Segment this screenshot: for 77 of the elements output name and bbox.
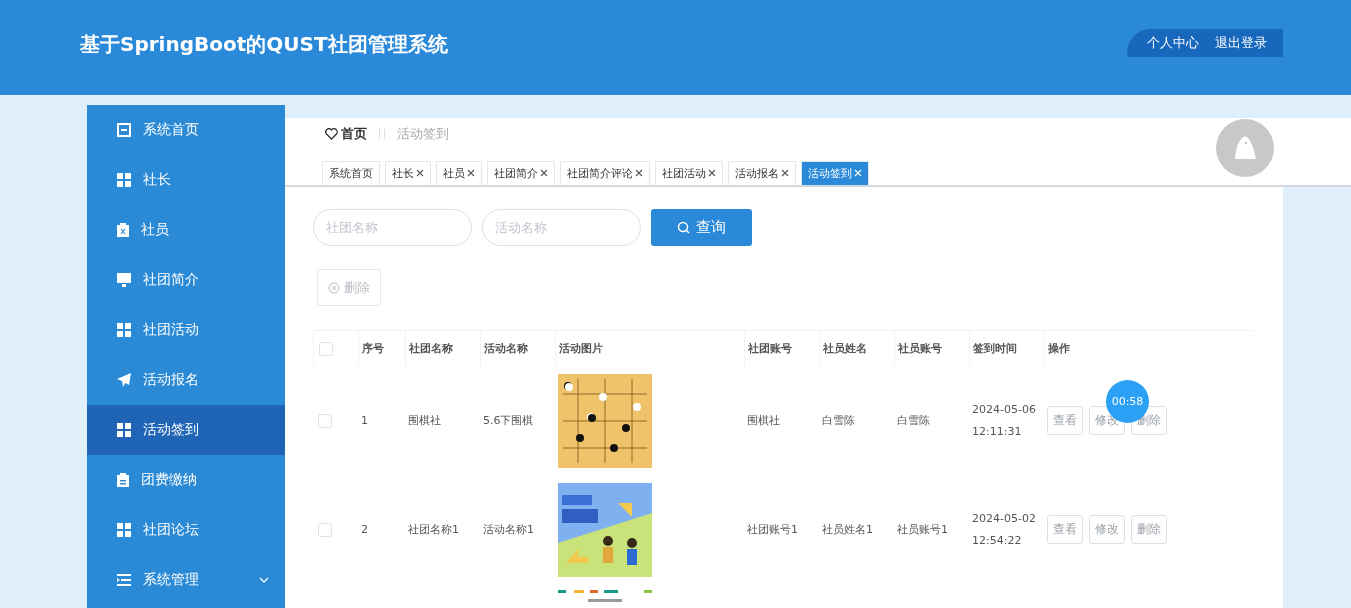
row-action-button[interactable]: 删除 [1131, 515, 1167, 544]
close-icon[interactable] [540, 169, 548, 177]
close-circle-icon [328, 281, 340, 294]
header-link[interactable]: 个人中心 [1141, 34, 1205, 52]
sidebar-item[interactable]: 社团活动 [87, 305, 285, 355]
column-header: 序号 [358, 331, 405, 366]
search-icon [677, 221, 690, 234]
query-button[interactable]: 查询 [651, 209, 752, 246]
grid-icon [117, 173, 131, 187]
page-tab[interactable]: 系统首页 [322, 161, 380, 185]
header-link[interactable]: 退出登录 [1209, 34, 1273, 52]
checkbox[interactable] [318, 522, 332, 537]
sidebar-item[interactable]: 社长 [87, 155, 285, 205]
search-field[interactable]: 活动名称 [482, 209, 641, 246]
grid-icon [117, 423, 131, 437]
sidebar-item[interactable]: 活动报名 [87, 355, 285, 405]
sidebar-item[interactable]: 社团论坛 [87, 505, 285, 555]
table-cell: 围棋社 [747, 413, 780, 428]
sidebar-item[interactable]: 系统管理 [87, 555, 285, 605]
close-icon[interactable] [781, 169, 789, 177]
column-header: 活动图片 [555, 331, 744, 366]
time-text: 12:54:22 [972, 532, 1023, 549]
table-cell: 5.6下围棋 [483, 413, 534, 428]
sidebar-item[interactable]: 社团简介 [87, 255, 285, 305]
table-cell: 社团名称1 [408, 522, 459, 537]
heart-icon [325, 128, 338, 140]
page-tab[interactable]: 社长 [385, 161, 431, 185]
sidebar-item[interactable]: 社员 [87, 205, 285, 255]
table-cell: 社员姓名1 [822, 522, 873, 537]
table-cell: 白雪陈 [822, 413, 855, 428]
sidebar-item[interactable]: 系统首页 [87, 105, 285, 155]
grid-icon [117, 523, 131, 537]
list-icon [117, 574, 131, 586]
date-text: 2024-05-06 [972, 401, 1037, 418]
column-header: 社员账号 [894, 331, 969, 366]
table-cell: 社团账号1 [747, 522, 798, 537]
row-action-button[interactable]: 查看 [1047, 515, 1083, 544]
page-tab[interactable]: 活动签到 [801, 161, 869, 185]
page-tab[interactable]: 社团简介 [487, 161, 555, 185]
table-cell: 围棋社 [408, 413, 441, 428]
breadcrumb-home[interactable]: 首页 [325, 125, 367, 143]
close-icon[interactable] [467, 169, 475, 177]
paper-plane-icon [117, 373, 131, 387]
checkbox[interactable] [319, 341, 333, 356]
column-header: 社员姓名 [819, 331, 894, 366]
clipboard-icon [117, 223, 129, 237]
table-cell: 白雪陈 [897, 413, 930, 428]
column-header: 操作 [1044, 331, 1253, 366]
page-tab[interactable]: 社员 [436, 161, 482, 185]
app-title: 基于SpringBoot的QUST社团管理系统 [80, 31, 448, 58]
sidebar-item[interactable]: 团费缴纳 [87, 455, 285, 505]
column-header: 签到时间 [969, 331, 1044, 366]
page-tab[interactable]: 活动报名 [728, 161, 796, 185]
row-action-button[interactable]: 修改 [1089, 515, 1125, 544]
close-icon[interactable] [635, 169, 643, 177]
search-field[interactable]: 社团名称 [313, 209, 472, 246]
close-icon[interactable] [708, 169, 716, 177]
page-tab[interactable]: 社团活动 [655, 161, 723, 185]
monitor-icon [117, 273, 131, 287]
close-icon[interactable] [416, 169, 424, 177]
table-cell: 2 [361, 523, 368, 536]
table-cell: 社员账号1 [897, 522, 948, 537]
grid-icon [117, 323, 131, 337]
time-text: 12:11:31 [972, 423, 1023, 440]
column-header: 社团账号 [744, 331, 819, 366]
table-cell: 1 [361, 414, 368, 427]
column-header: 活动名称 [480, 331, 555, 366]
document-icon [117, 123, 131, 137]
sidebar-item[interactable]: 活动签到 [87, 405, 285, 455]
date-text: 2024-05-02 [972, 510, 1037, 527]
table-cell: 活动名称1 [483, 522, 534, 537]
checkbox[interactable] [318, 413, 332, 428]
breadcrumb-current: 活动签到 [397, 125, 449, 143]
column-header: 社团名称 [405, 331, 480, 366]
row-action-button[interactable]: 查看 [1047, 406, 1083, 435]
clipboard-icon [117, 473, 129, 487]
page-tab[interactable]: 社团简介评论 [560, 161, 650, 185]
